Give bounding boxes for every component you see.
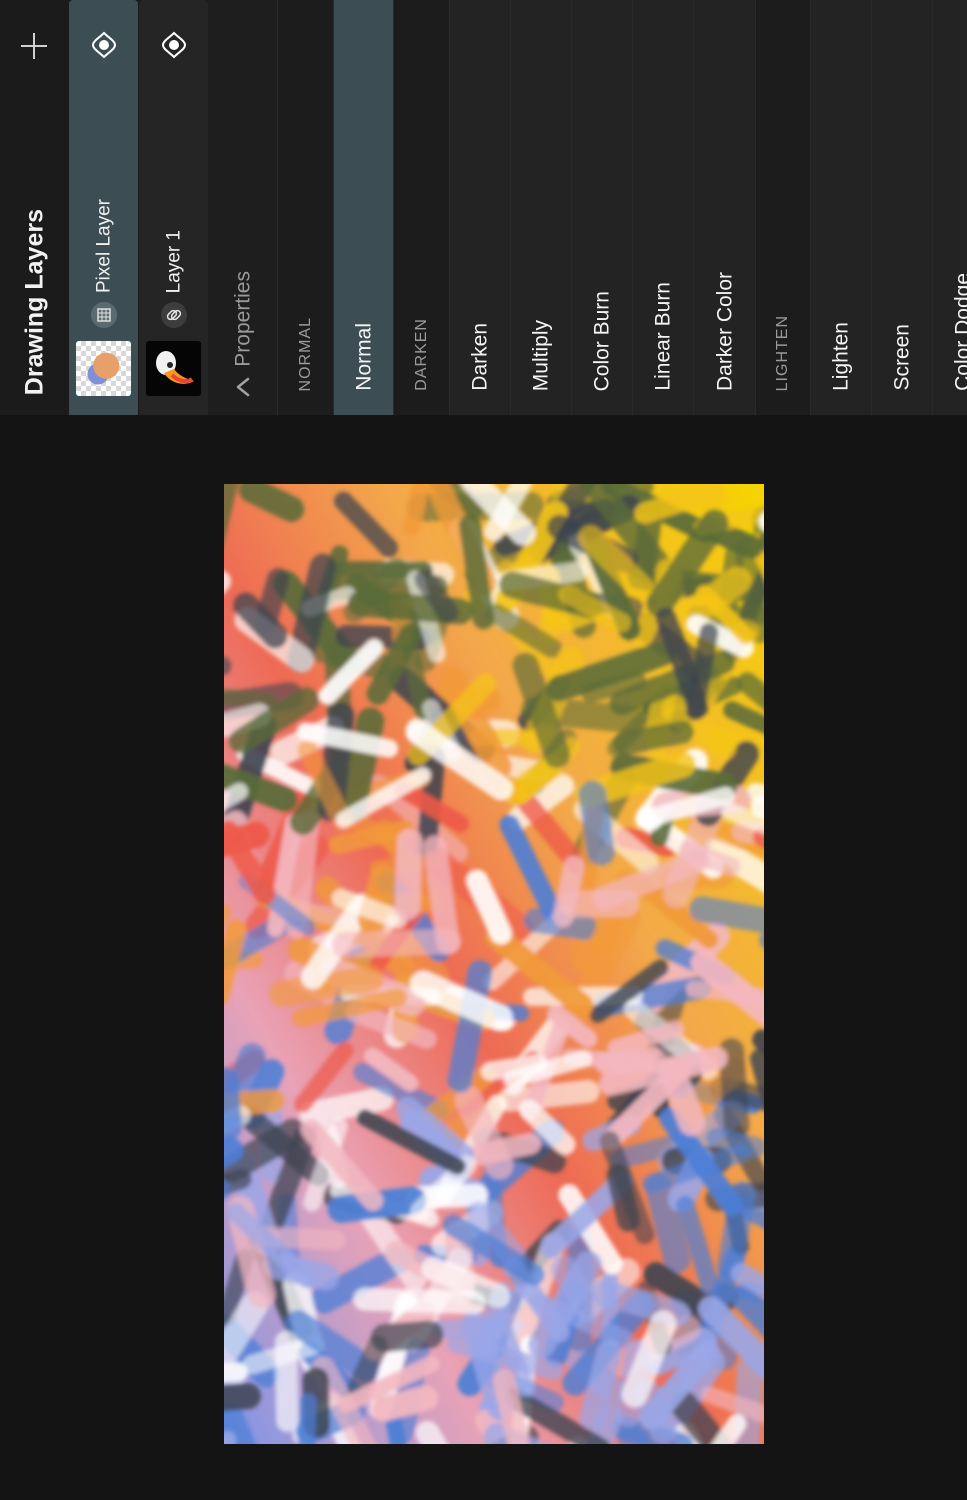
layers-panel: Drawing Layers Pixel Layer Layer 1 Prope… — [0, 0, 967, 415]
brush-stroke — [224, 1362, 248, 1383]
blend-mode-item[interactable]: Color Burn — [571, 0, 632, 415]
brush-stroke — [492, 1369, 531, 1444]
brush-stroke — [332, 928, 462, 958]
blend-mode-item[interactable]: Darken — [449, 0, 510, 415]
layer-name: Layer 1 — [163, 229, 184, 293]
brush-stroke — [423, 835, 460, 955]
blend-mode-item[interactable]: Lighten — [810, 0, 871, 415]
blend-section-header: DARKEN — [393, 0, 449, 415]
panel-header: Drawing Layers — [0, 0, 69, 415]
blend-mode-label: Color Burn — [590, 290, 614, 391]
brush-stroke — [403, 484, 429, 537]
blend-mode-item[interactable]: Darker Color — [693, 0, 755, 415]
blend-mode-item[interactable]: Screen — [871, 0, 932, 415]
blend-mode-label: Screen — [890, 324, 914, 391]
brush-stroke — [717, 1181, 756, 1280]
blend-mode-label: Darker Color — [713, 271, 736, 391]
blend-mode-label: Normal — [352, 323, 375, 391]
brush-stroke — [224, 1383, 261, 1412]
properties-toggle[interactable]: Properties — [208, 0, 277, 415]
pixel-grid-icon — [91, 302, 117, 328]
drawing-canvas[interactable] — [224, 484, 764, 1444]
blend-mode-item[interactable]: Color Dodge — [932, 0, 967, 415]
brush-stroke — [224, 1067, 242, 1141]
brush-stroke — [394, 828, 423, 920]
brush-stroke — [612, 720, 694, 756]
brush-stroke — [552, 855, 585, 928]
blend-mode-label: Linear Burn — [651, 282, 675, 391]
layer-row-pixel-layer[interactable]: Pixel Layer — [69, 0, 138, 415]
plus-icon[interactable] — [21, 33, 47, 59]
blend-mode-label: LIGHTEN — [774, 314, 791, 391]
blend-mode-label: Lighten — [829, 322, 853, 391]
brush-stroke — [579, 1339, 622, 1430]
brush-stroke — [718, 1038, 750, 1139]
canvas-artwork[interactable] — [224, 484, 764, 1444]
brush-stroke — [353, 1287, 486, 1315]
eye-visible-icon[interactable] — [161, 31, 187, 59]
brush-stroke — [297, 1393, 317, 1444]
brush-stroke — [459, 514, 495, 630]
brush-stroke — [371, 1385, 439, 1422]
blend-mode-item[interactable]: Linear Burn — [632, 0, 693, 415]
brush-stroke — [689, 896, 764, 934]
blend-mode-item[interactable]: Normal — [333, 0, 393, 415]
link-icon — [161, 302, 187, 328]
brush-stroke — [371, 1320, 444, 1353]
properties-label: Properties — [231, 271, 254, 367]
brush-stroke — [224, 688, 279, 710]
blend-mode-label: Darken — [468, 323, 492, 391]
brush-stroke — [578, 780, 615, 866]
blend-mode-item[interactable]: Multiply — [510, 0, 571, 415]
layer-thumbnail[interactable] — [146, 341, 201, 396]
eye-visible-icon[interactable] — [91, 31, 117, 59]
blend-mode-label: DARKEN — [412, 318, 430, 391]
brush-stroke — [658, 1059, 706, 1137]
brush-stroke — [274, 1330, 299, 1433]
brush-stroke — [269, 965, 385, 1007]
layer-thumbnail[interactable] — [76, 341, 131, 396]
brush-stroke — [497, 1079, 600, 1112]
blend-mode-label: Multiply — [529, 319, 553, 391]
blend-mode-label: NORMAL — [296, 316, 314, 391]
panel-title: Drawing Layers — [20, 208, 48, 395]
brush-stroke — [749, 1048, 764, 1109]
brush-stroke — [480, 1054, 548, 1081]
brush-stroke — [238, 484, 305, 522]
blend-section-header: LIGHTEN — [755, 0, 810, 415]
layer-row-layer-1[interactable]: Layer 1 — [139, 0, 208, 415]
chevron-down-icon — [236, 377, 250, 397]
blend-section-header: NORMAL — [277, 0, 333, 415]
layer-name: Pixel Layer — [93, 199, 114, 293]
blend-mode-label: Color Dodge — [951, 273, 967, 391]
brush-stroke — [224, 1431, 237, 1444]
